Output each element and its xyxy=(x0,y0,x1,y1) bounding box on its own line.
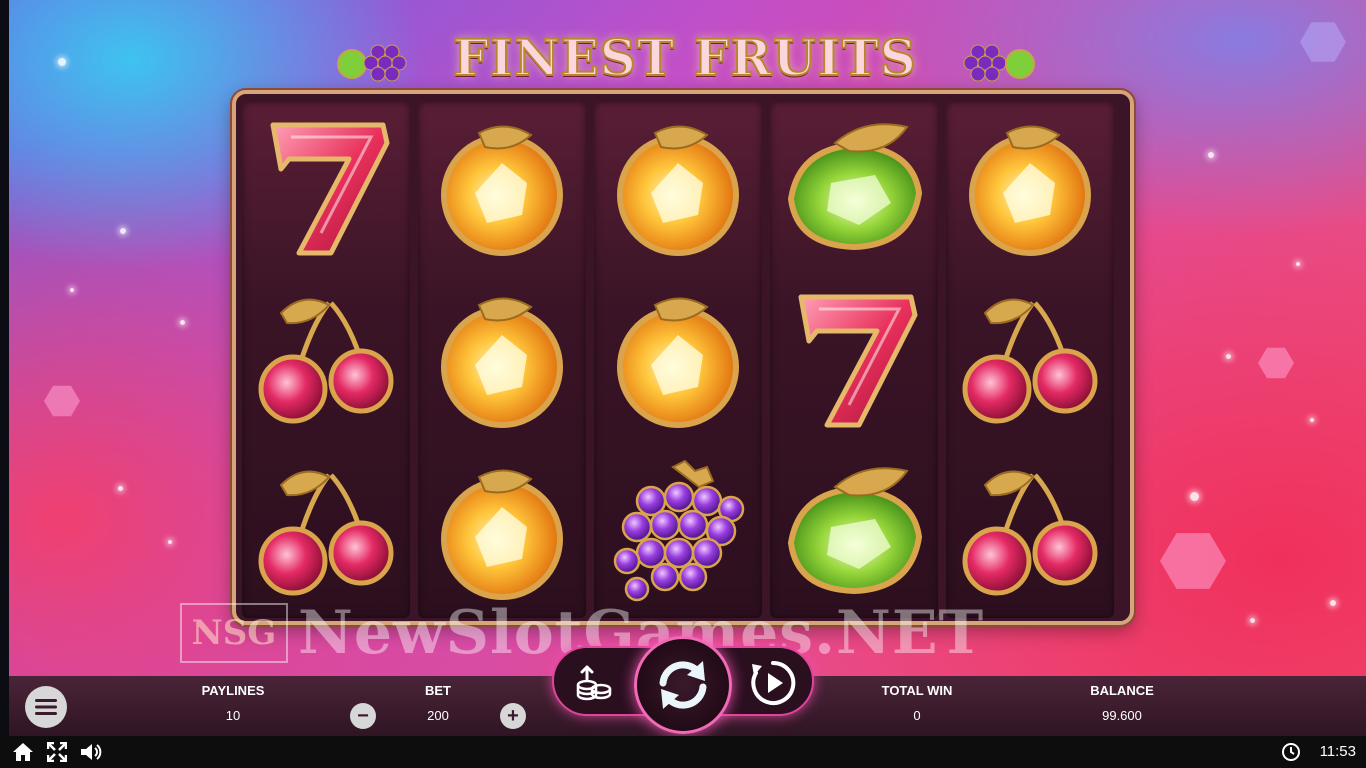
reel-5 xyxy=(946,102,1114,618)
menu-button[interactable] xyxy=(25,686,67,728)
coin-value-button[interactable] xyxy=(568,658,618,708)
sound-button[interactable] xyxy=(80,741,102,763)
clock-icon xyxy=(1280,741,1302,763)
seven-symbol-icon xyxy=(242,102,410,274)
paylines-value: 10 xyxy=(225,708,241,723)
sparkle xyxy=(118,486,123,491)
sparkle xyxy=(70,288,74,292)
balance-label: BALANCE xyxy=(1090,683,1154,698)
cherries-symbol-icon xyxy=(946,274,1114,446)
fullscreen-button[interactable] xyxy=(46,741,68,763)
hamburger-icon xyxy=(35,699,57,715)
autoplay-icon xyxy=(751,660,796,705)
clock-time: 11:53 xyxy=(1319,743,1356,760)
seven-symbol-icon xyxy=(770,274,938,446)
fullscreen-icon xyxy=(47,742,67,762)
hexagon-bokeh xyxy=(1258,347,1294,379)
bet-increase-button[interactable]: + xyxy=(500,703,526,729)
left-edge-strip xyxy=(0,0,9,740)
system-status-bar: 11:53 xyxy=(0,736,1366,768)
hexagon-bokeh xyxy=(44,385,80,417)
grapes-symbol-icon xyxy=(594,446,762,618)
reel-4 xyxy=(770,102,938,618)
reel-1 xyxy=(242,102,410,618)
sparkle xyxy=(1250,618,1255,623)
autoplay-button[interactable] xyxy=(748,658,798,708)
lime-symbol-icon xyxy=(770,102,938,274)
balance-value: 99.600 xyxy=(1102,708,1142,723)
cherries-symbol-icon xyxy=(242,446,410,618)
speaker-icon xyxy=(81,744,102,760)
sparkle xyxy=(1208,152,1214,158)
grapes-lime-logo-decoration-icon xyxy=(963,44,1035,82)
home-icon xyxy=(13,743,33,761)
sparkle xyxy=(1226,354,1231,359)
orange-symbol-icon xyxy=(418,274,586,446)
total-win-label: TOTAL WIN xyxy=(881,683,953,698)
game-logo: FINEST FRUITS xyxy=(330,22,1040,98)
total-win-value: 0 xyxy=(913,708,921,723)
sparkle xyxy=(168,540,172,544)
reel-3 xyxy=(594,102,762,618)
home-button[interactable] xyxy=(12,741,34,763)
game-stage: FINEST FRUITS NSG NewSlotGames.NET PAYLI… xyxy=(0,0,1366,768)
sparkle xyxy=(1330,600,1336,606)
cherries-symbol-icon xyxy=(946,446,1114,618)
orange-symbol-icon xyxy=(418,446,586,618)
orange-symbol-icon xyxy=(946,102,1114,274)
hexagon-bokeh xyxy=(1160,533,1226,589)
paylines-label: PAYLINES xyxy=(201,683,265,698)
bet-value: 200 xyxy=(427,708,449,723)
minus-icon: − xyxy=(357,705,369,727)
orange-symbol-icon xyxy=(418,102,586,274)
bet-label: BET xyxy=(425,683,451,698)
sparkle xyxy=(120,228,126,234)
cherries-symbol-icon xyxy=(242,274,410,446)
sparkle xyxy=(1296,262,1300,266)
sparkle xyxy=(180,320,185,325)
sparkle xyxy=(58,58,66,66)
spin-arrows-icon xyxy=(659,661,707,709)
game-title: FINEST FRUITS xyxy=(452,27,917,88)
sparkle xyxy=(1190,492,1199,501)
spin-button[interactable] xyxy=(634,636,732,734)
reel-2 xyxy=(418,102,586,618)
coin-stack-icon xyxy=(576,665,612,701)
orange-symbol-icon xyxy=(594,102,762,274)
lime-symbol-icon xyxy=(770,446,938,618)
reels-frame xyxy=(232,90,1134,625)
bet-decrease-button[interactable]: − xyxy=(350,703,376,729)
sparkle xyxy=(1310,418,1314,422)
watermark-badge: NSG xyxy=(180,603,288,663)
hexagon-bokeh xyxy=(1300,22,1346,62)
orange-symbol-icon xyxy=(594,274,762,446)
plus-icon: + xyxy=(507,705,519,727)
